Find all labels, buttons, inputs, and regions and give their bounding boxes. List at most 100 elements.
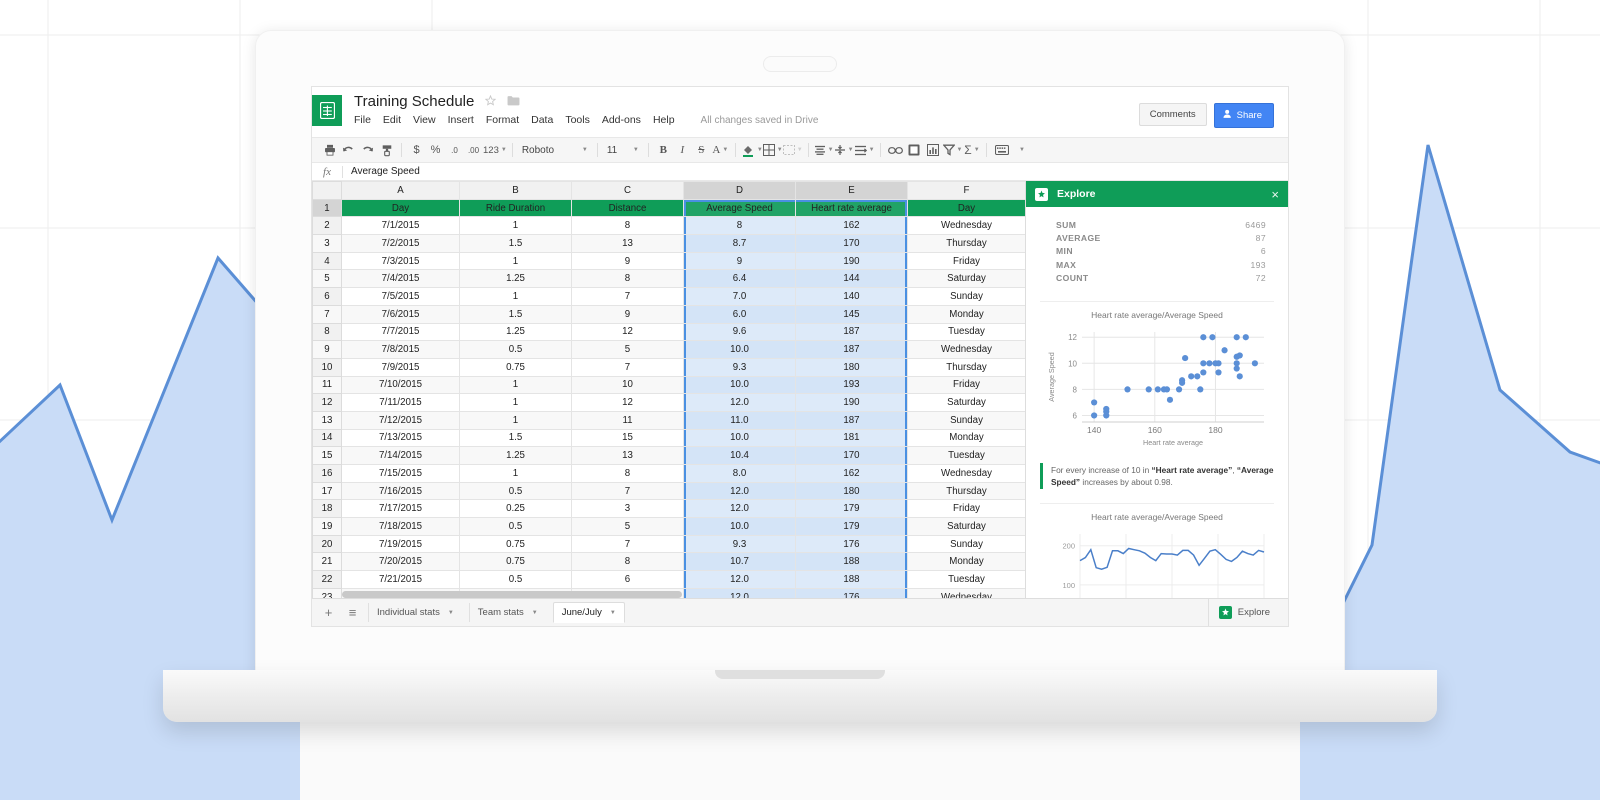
chevron-down-icon[interactable]: ▼ <box>532 610 538 616</box>
cell-D19[interactable]: 10.0 <box>684 518 796 536</box>
row-header-23[interactable]: 23 <box>313 588 342 598</box>
row-header-8[interactable]: 8 <box>313 323 342 341</box>
cell-C18[interactable]: 3 <box>572 500 684 518</box>
column-title-b[interactable]: Ride Duration <box>460 199 572 217</box>
column-title-f[interactable]: Day <box>908 199 1026 217</box>
table-row[interactable]: 87/7/20151.25129.6187Tuesday <box>313 323 1026 341</box>
cell-B21[interactable]: 0.75 <box>460 553 572 571</box>
explore-scatter-card[interactable]: Heart rate average/Average Speed 6810121… <box>1040 301 1274 453</box>
hide-menus-icon[interactable]: ▼ <box>1011 140 1030 160</box>
column-title-d[interactable]: Average Speed <box>684 199 796 217</box>
cell-C7[interactable]: 9 <box>572 305 684 323</box>
add-sheet-button[interactable]: + <box>320 604 337 621</box>
table-row[interactable]: 67/5/2015177.0140Sunday <box>313 288 1026 306</box>
menu-tools[interactable]: Tools <box>565 114 590 126</box>
cell-E11[interactable]: 193 <box>796 376 908 394</box>
cell-C21[interactable]: 8 <box>572 553 684 571</box>
cell-C14[interactable]: 15 <box>572 429 684 447</box>
fill-color-icon[interactable]: ▼ <box>741 140 763 160</box>
explore-footer-button[interactable]: Explore <box>1208 599 1280 626</box>
row-header-5[interactable]: 5 <box>313 270 342 288</box>
cell-E21[interactable]: 188 <box>796 553 908 571</box>
decrease-decimal-button[interactable]: .0 <box>445 140 464 160</box>
cell-C10[interactable]: 7 <box>572 358 684 376</box>
insert-link-icon[interactable] <box>886 140 905 160</box>
cell-A11[interactable]: 7/10/2015 <box>342 376 460 394</box>
cell-F9[interactable]: Wednesday <box>908 341 1026 359</box>
cell-A3[interactable]: 7/2/2015 <box>342 235 460 253</box>
cell-E20[interactable]: 176 <box>796 535 908 553</box>
cell-F15[interactable]: Tuesday <box>908 447 1026 465</box>
cell-B5[interactable]: 1.25 <box>460 270 572 288</box>
menu-edit[interactable]: Edit <box>383 114 401 126</box>
cell-F22[interactable]: Tuesday <box>908 571 1026 589</box>
row-header-20[interactable]: 20 <box>313 535 342 553</box>
row-header-16[interactable]: 16 <box>313 465 342 483</box>
cell-A6[interactable]: 7/5/2015 <box>342 288 460 306</box>
horizontal-align-icon[interactable]: ▼ <box>814 140 834 160</box>
cell-D13[interactable]: 11.0 <box>684 411 796 429</box>
cell-B12[interactable]: 1 <box>460 394 572 412</box>
cell-F20[interactable]: Sunday <box>908 535 1026 553</box>
table-row[interactable]: 97/8/20150.5510.0187Wednesday <box>313 341 1026 359</box>
cell-B8[interactable]: 1.25 <box>460 323 572 341</box>
cell-B15[interactable]: 1.25 <box>460 447 572 465</box>
table-row[interactable]: 147/13/20151.51510.0181Monday <box>313 429 1026 447</box>
explore-line-card[interactable]: Heart rate average/Average Speed 100200J… <box>1040 503 1274 598</box>
close-icon[interactable]: × <box>1271 187 1279 202</box>
cell-D22[interactable]: 12.0 <box>684 571 796 589</box>
cell-B9[interactable]: 0.5 <box>460 341 572 359</box>
document-title[interactable]: Training Schedule <box>354 93 474 110</box>
cell-E4[interactable]: 190 <box>796 252 908 270</box>
cell-C17[interactable]: 7 <box>572 482 684 500</box>
table-row[interactable]: 207/19/20150.7579.3176Sunday <box>313 535 1026 553</box>
cell-F3[interactable]: Thursday <box>908 235 1026 253</box>
table-row[interactable]: 77/6/20151.596.0145Monday <box>313 305 1026 323</box>
cell-F6[interactable]: Sunday <box>908 288 1026 306</box>
row-header-21[interactable]: 21 <box>313 553 342 571</box>
cell-B10[interactable]: 0.75 <box>460 358 572 376</box>
cell-A8[interactable]: 7/7/2015 <box>342 323 460 341</box>
share-button[interactable]: Share <box>1214 103 1274 128</box>
cell-C22[interactable]: 6 <box>572 571 684 589</box>
filter-icon[interactable]: ▼ <box>943 140 963 160</box>
column-header-c[interactable]: C <box>572 182 684 200</box>
cell-C3[interactable]: 13 <box>572 235 684 253</box>
row-header-2[interactable]: 2 <box>313 217 342 235</box>
cell-B20[interactable]: 0.75 <box>460 535 572 553</box>
cell-A22[interactable]: 7/21/2015 <box>342 571 460 589</box>
cell-A7[interactable]: 7/6/2015 <box>342 305 460 323</box>
cell-E18[interactable]: 179 <box>796 500 908 518</box>
cell-A4[interactable]: 7/3/2015 <box>342 252 460 270</box>
strikethrough-button[interactable]: S <box>692 140 711 160</box>
cell-A10[interactable]: 7/9/2015 <box>342 358 460 376</box>
column-header-f[interactable]: F <box>908 182 1026 200</box>
row-header-13[interactable]: 13 <box>313 411 342 429</box>
borders-icon[interactable]: ▼ <box>763 140 783 160</box>
vertical-align-icon[interactable]: ▼ <box>834 140 854 160</box>
column-title-a[interactable]: Day <box>342 199 460 217</box>
functions-icon[interactable]: Σ▼ <box>962 140 981 160</box>
menu-insert[interactable]: Insert <box>448 114 474 126</box>
table-row[interactable]: 227/21/20150.5612.0188Tuesday <box>313 571 1026 589</box>
table-row[interactable]: 177/16/20150.5712.0180Thursday <box>313 482 1026 500</box>
star-icon[interactable] <box>485 95 496 109</box>
cell-F13[interactable]: Sunday <box>908 411 1026 429</box>
cell-D6[interactable]: 7.0 <box>684 288 796 306</box>
italic-button[interactable]: I <box>673 140 692 160</box>
cell-B18[interactable]: 0.25 <box>460 500 572 518</box>
merge-cells-icon[interactable]: ▼ <box>783 140 803 160</box>
cell-F10[interactable]: Thursday <box>908 358 1026 376</box>
table-row[interactable]: 57/4/20151.2586.4144Saturday <box>313 270 1026 288</box>
cell-E19[interactable]: 179 <box>796 518 908 536</box>
chevron-down-icon[interactable]: ▼ <box>448 610 454 616</box>
cell-E2[interactable]: 162 <box>796 217 908 235</box>
column-header-d[interactable]: D <box>684 182 796 200</box>
cell-B4[interactable]: 1 <box>460 252 572 270</box>
row-header-19[interactable]: 19 <box>313 518 342 536</box>
cell-D14[interactable]: 10.0 <box>684 429 796 447</box>
cell-D16[interactable]: 8.0 <box>684 465 796 483</box>
cell-F2[interactable]: Wednesday <box>908 217 1026 235</box>
cell-C12[interactable]: 12 <box>572 394 684 412</box>
cell-D18[interactable]: 12.0 <box>684 500 796 518</box>
